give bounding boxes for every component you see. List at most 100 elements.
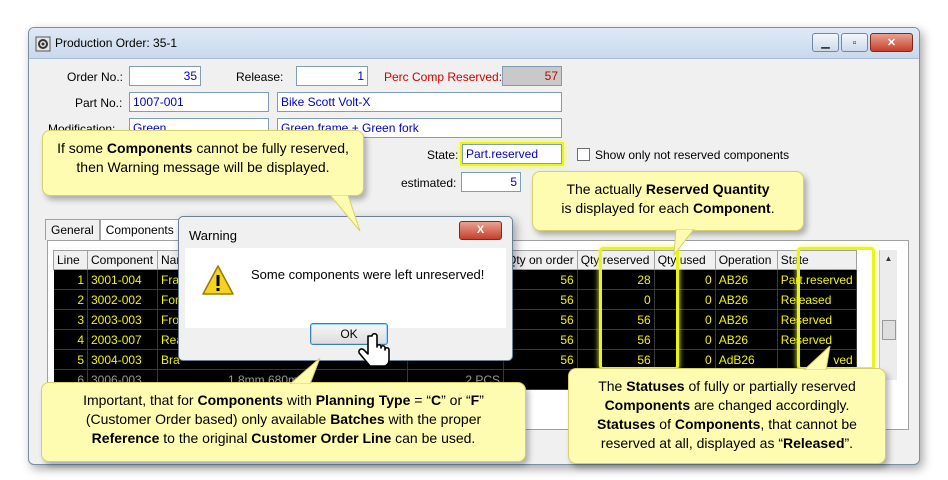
cell-operation: AB26 <box>715 289 778 310</box>
callout-text: of <box>655 416 675 432</box>
col-qty-reserved[interactable]: Qty reserved <box>576 250 655 270</box>
callout-text: with <box>283 392 316 408</box>
callout-tail <box>330 195 361 232</box>
callout-text: with the proper <box>384 411 482 427</box>
callout-text: ”. <box>844 435 854 451</box>
scroll-up-icon[interactable]: ▲ <box>880 250 897 268</box>
col-operation[interactable]: Operation <box>714 250 778 270</box>
dialog-close-button[interactable]: X <box>459 221 502 240</box>
callout-planning-type: Important, that for Components with Plan… <box>41 382 526 462</box>
callout-text: to the original <box>159 430 252 446</box>
cell-operation: AB26 <box>715 329 778 350</box>
cell-line: 5 <box>53 349 88 370</box>
callout-text: Released <box>783 435 845 451</box>
vertical-scrollbar[interactable]: ▲ <box>879 250 897 380</box>
callout-statuses: The Statuses of fully or partially reser… <box>568 368 886 464</box>
cell-component: 3001-004 <box>87 269 158 290</box>
callout-text: Batches <box>330 411 385 427</box>
callout-text: If some <box>57 140 107 156</box>
estimated-field[interactable]: 5 <box>461 172 521 192</box>
cell-qty-used: 0 <box>654 289 716 310</box>
cell-component: 2003-007 <box>87 329 158 350</box>
callout-text: C <box>430 392 442 408</box>
cell-state: Part.reserved <box>777 269 857 290</box>
order-no-field[interactable]: 35 <box>129 66 201 86</box>
callout-text: Statuses <box>597 416 656 432</box>
perc-comp-reserved-field: 57 <box>502 66 562 86</box>
callout-text: Reserved Quantity <box>645 181 770 197</box>
callout-text: can be used. <box>391 430 476 446</box>
gear-icon <box>35 36 51 52</box>
cell-component: 3004-003 <box>87 349 158 370</box>
title-bar: Production Order: 35-1 ▁ ▫ ✕ <box>29 28 919 59</box>
warning-dialog: Warning X Some components were left unre… <box>178 216 513 361</box>
cell-qty-used: 0 <box>654 309 716 330</box>
col-state[interactable]: State <box>776 250 857 270</box>
callout-warning-info: If some Components cannot be fully reser… <box>42 130 364 196</box>
release-label: Release: <box>236 70 284 84</box>
cell-qty-on-order: 56 <box>503 309 578 330</box>
part-no-label: Part No.: <box>75 96 123 110</box>
callout-text: Planning Type <box>315 392 411 408</box>
cell-state: Reserved <box>777 309 857 330</box>
callout-text: = “ <box>410 392 431 408</box>
cell-state: Released <box>777 289 857 310</box>
cell-qty-reserved: 56 <box>577 329 655 350</box>
state-label: State: <box>427 148 459 162</box>
callout-text: Components <box>674 416 761 432</box>
tab-components[interactable]: Components <box>99 219 180 240</box>
cell-qty-used: 0 <box>654 329 716 350</box>
part-no-field[interactable]: 1007-001 <box>129 92 269 112</box>
maximize-button[interactable]: ▫ <box>841 33 868 52</box>
scroll-thumb[interactable] <box>882 320 896 340</box>
callout-tail <box>673 229 695 257</box>
cell-operation: AB26 <box>715 269 778 290</box>
cell-line: 2 <box>53 289 88 310</box>
cell-qty-on-order: 56 <box>503 329 578 350</box>
callout-text: Components <box>604 397 691 413</box>
col-component[interactable]: Component <box>87 250 158 270</box>
callout-text: Reference <box>91 430 160 446</box>
cell-qty-on-order: 56 <box>503 289 578 310</box>
cell-qty-used: 0 <box>654 349 716 370</box>
cell-qty-reserved: 28 <box>577 269 655 290</box>
col-line[interactable]: Line <box>53 250 88 270</box>
callout-text: is displayed for each <box>561 200 693 216</box>
order-no-label: Order No.: <box>67 70 124 84</box>
dialog-message: Some components were left unreserved! <box>251 267 485 282</box>
cell-operation: AdB26 <box>715 349 778 370</box>
tab-general[interactable]: General <box>45 219 100 240</box>
col-qty-on-order[interactable]: Qty on order <box>503 250 578 270</box>
callout-text: F <box>470 392 480 408</box>
callout-text: Important, that for <box>83 392 198 408</box>
cell-qty-used: 0 <box>654 269 716 290</box>
hand-cursor-icon <box>358 332 390 367</box>
show-not-reserved-checkbox[interactable] <box>577 148 590 161</box>
callout-text: The actually <box>566 181 646 197</box>
cell-line: 1 <box>53 269 88 290</box>
cell-component: 3002-002 <box>87 289 158 310</box>
cell-qty-on-order: 56 <box>503 269 578 290</box>
cell-qty-reserved: 0 <box>577 289 655 310</box>
callout-text: Component <box>692 200 771 216</box>
release-field[interactable]: 1 <box>296 66 368 86</box>
perc-comp-reserved-label: Perc Comp Reserved: <box>384 70 503 84</box>
part-description-field[interactable]: Bike Scott Volt-X <box>277 92 562 112</box>
cell-qty-reserved: 56 <box>577 309 655 330</box>
tab-strip: General Components <box>45 219 180 240</box>
close-button[interactable]: ✕ <box>870 33 913 52</box>
cell-line: 4 <box>53 329 88 350</box>
callout-text: are changed accordingly. <box>690 397 850 413</box>
estimated-label: estimated: <box>401 176 457 190</box>
callout-text: Components <box>106 140 193 156</box>
callout-tail <box>289 357 321 384</box>
cell-operation: AB26 <box>715 309 778 330</box>
minimize-button[interactable]: ▁ <box>812 33 839 52</box>
cell-qty-reserved: 56 <box>577 349 655 370</box>
callout-text: Customer Order Line <box>251 430 392 446</box>
callout-text: ” or “ <box>441 392 471 408</box>
callout-tail <box>803 346 831 370</box>
warning-icon <box>202 265 234 295</box>
cell-qty-on-order: 56 <box>503 349 578 370</box>
callout-text: of fully or partially reserved <box>684 378 856 394</box>
